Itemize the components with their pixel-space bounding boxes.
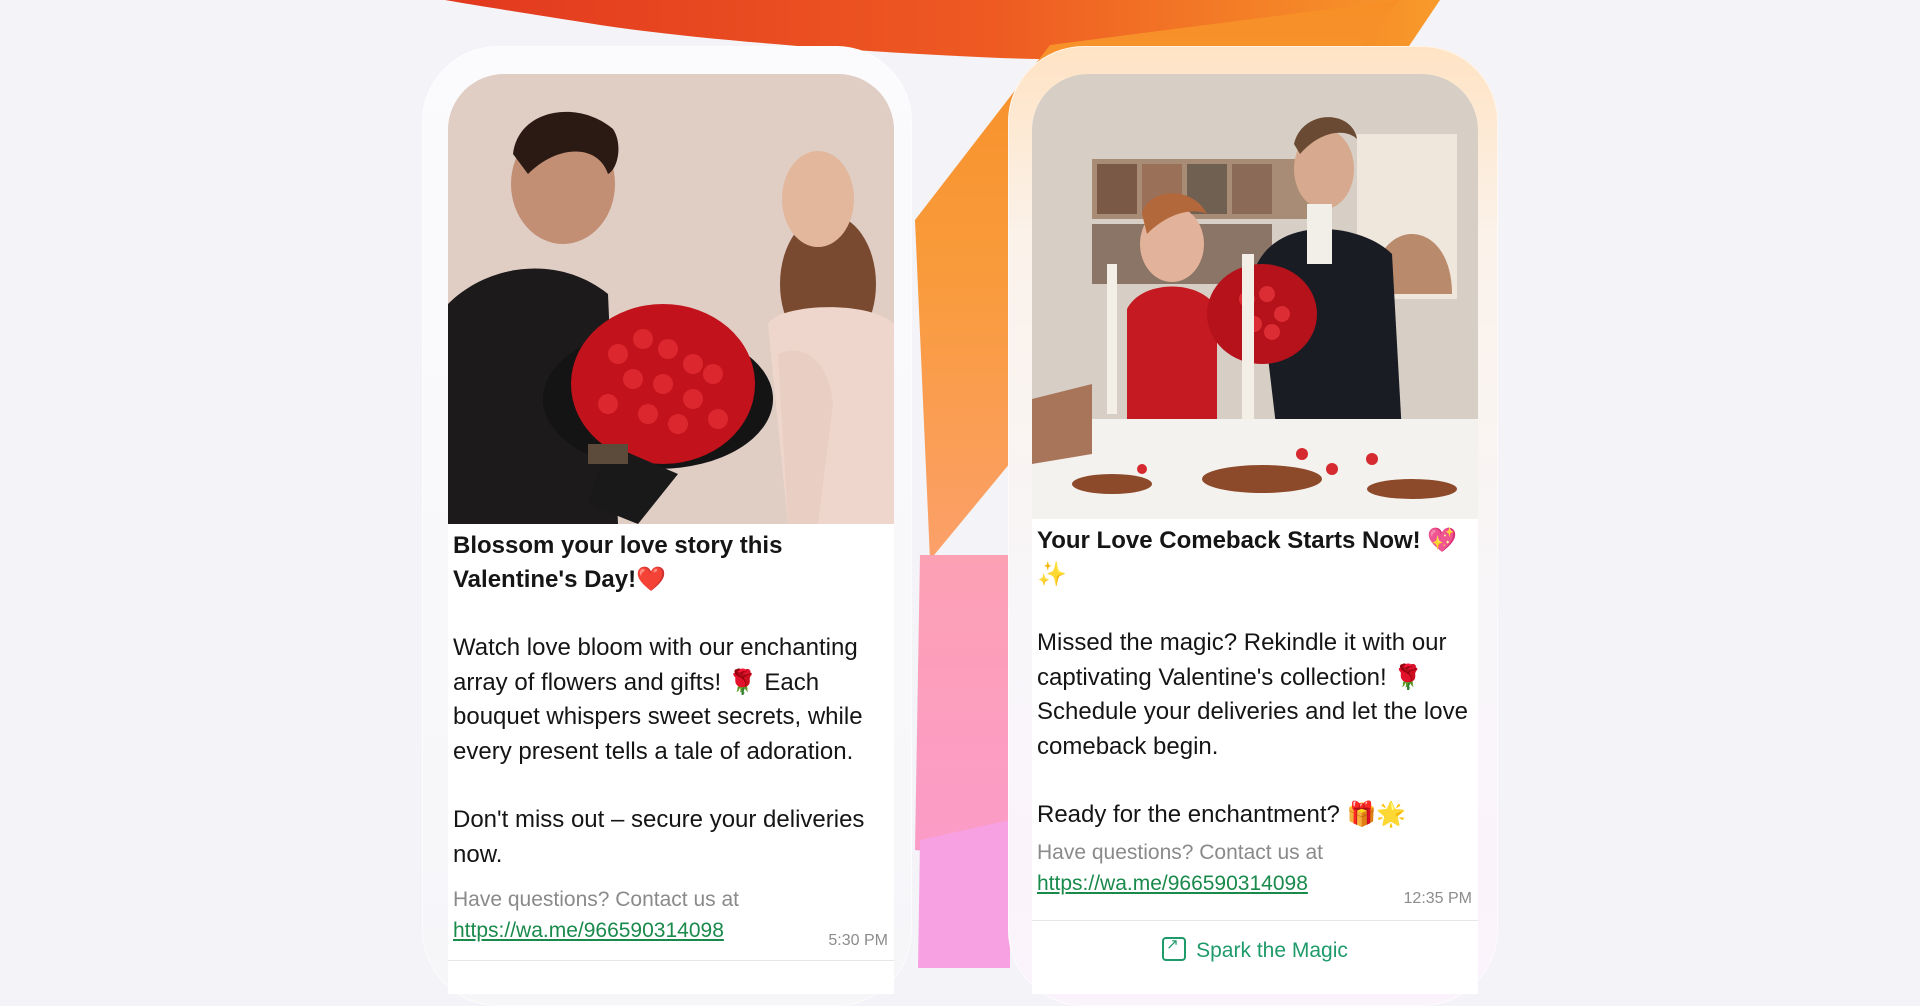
message-body: Missed the magic? Rekindle it with our c… — [1037, 626, 1468, 833]
contact-link[interactable]: https://wa.me/966590314098 — [1037, 872, 1308, 895]
message-image[interactable] — [1032, 74, 1478, 519]
message-title: Your Love Comeback Starts Now! 💖✨ — [1037, 527, 1458, 588]
message-title: Blossom your love story this Valentine's… — [453, 532, 783, 593]
contact-prefix: Have questions? Contact us at — [1037, 840, 1324, 864]
message-paragraph: Watch love bloom with our enchanting arr… — [453, 634, 863, 765]
spark-the-magic-button[interactable]: Spark the Magic — [1032, 935, 1478, 963]
message-card-comeback: Your Love Comeback Starts Now! 💖✨ Missed… — [1032, 74, 1478, 994]
background-shapes — [445, 0, 1440, 968]
contact-link[interactable]: https://wa.me/966590314098 — [453, 919, 724, 942]
external-link-icon — [1162, 935, 1187, 961]
divider — [1032, 920, 1478, 921]
contact-line: Have questions? Contact us at https://wa… — [453, 884, 884, 946]
message-image[interactable] — [448, 74, 894, 524]
message-body: Watch love bloom with our enchanting arr… — [453, 631, 884, 872]
message-paragraph: Don't miss out – secure your deliveries … — [453, 806, 865, 868]
cta-label: Spark the Magic — [1196, 939, 1348, 962]
message-paragraph: Ready for the enchantment? 🎁🌟 — [1037, 801, 1407, 828]
message-timestamp: 5:30 PM — [828, 932, 888, 949]
message-timestamp: 12:35 PM — [1403, 890, 1472, 907]
divider — [448, 960, 894, 961]
contact-prefix: Have questions? Contact us at — [453, 888, 740, 911]
message-paragraph: Missed the magic? Rekindle it with our c… — [1037, 629, 1468, 760]
message-card-valentine: Blossom your love story this Valentine's… — [448, 74, 894, 994]
